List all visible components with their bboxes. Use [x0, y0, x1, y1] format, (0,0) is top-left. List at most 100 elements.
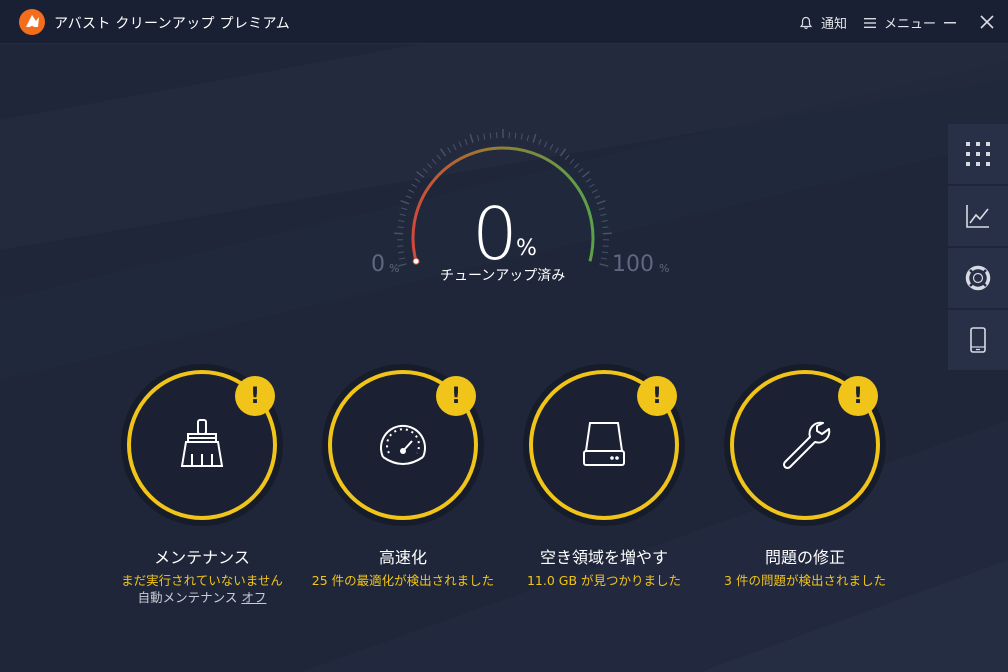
side-nav — [948, 124, 1008, 372]
gauge-tick — [599, 263, 609, 267]
chart-icon — [966, 205, 989, 228]
apps-grid-icon — [966, 142, 990, 166]
gauge-label: チューンアップ済み — [440, 268, 566, 284]
gauge-tick — [569, 158, 575, 165]
warning-badge: ! — [235, 376, 275, 416]
wrench-icon — [782, 421, 831, 470]
minimize-button[interactable] — [940, 12, 960, 32]
gauge-value: 0 — [472, 192, 518, 276]
free-space-card: ! 空き領域を増やす 11.0 GB が見つかりました — [503, 370, 705, 590]
gauge-tick — [422, 168, 428, 173]
gauge-tick — [398, 220, 405, 222]
speedup-card: ! 高速化 25 件の最適化が検出されました — [302, 370, 504, 590]
side-nav-support[interactable] — [948, 248, 1008, 308]
speedometer-icon — [380, 424, 426, 465]
maintenance-card: ! メンテナンス まだ実行されていないません 自動メンテナンス オフ — [101, 370, 303, 606]
notifications-button[interactable]: 通知 — [799, 13, 847, 32]
gauge-max-label: 100 — [612, 252, 654, 277]
fix-problems-card: ! 問題の修正 3 件の問題が検出されました — [704, 370, 906, 590]
speedup-button[interactable]: ! — [328, 370, 478, 520]
app-title: アバスト クリーンアップ プレミアム — [54, 16, 291, 32]
gauge-tick — [399, 213, 406, 216]
gauge-tick — [416, 171, 425, 178]
gauge-tick — [544, 141, 548, 148]
gauge-tick — [401, 207, 408, 211]
gauge-min-unit: % — [389, 262, 400, 275]
gauge-tick — [601, 251, 609, 254]
maintenance-button[interactable]: ! — [127, 370, 277, 520]
fix-problems-button[interactable]: ! — [730, 370, 880, 520]
bell-icon — [799, 16, 813, 29]
auto-maintenance-label: 自動メンテナンス — [137, 590, 242, 605]
gauge-tick — [397, 226, 404, 229]
gauge-tick — [578, 168, 584, 173]
gauge-tick — [431, 158, 437, 165]
card-title: 空き領域を増やす — [539, 548, 668, 567]
gauge-max-unit: % — [659, 262, 670, 275]
card-title: 問題の修正 — [764, 548, 845, 567]
gauge-tick — [483, 133, 486, 140]
free-space-button[interactable]: ! — [529, 370, 679, 520]
gauge-tick — [538, 138, 542, 145]
card-status: 3 件の問題が検出されました — [724, 573, 886, 588]
gauge-tick — [564, 154, 570, 161]
side-nav-mobile[interactable] — [948, 310, 1008, 370]
auto-maintenance-row: 自動メンテナンス オフ — [101, 590, 303, 606]
avast-logo-icon — [19, 9, 45, 35]
gauge-tick — [439, 148, 447, 157]
gauge-tick — [447, 147, 452, 153]
gauge-tick — [458, 141, 462, 148]
hamburger-icon — [864, 17, 876, 28]
gauge-tick — [596, 200, 606, 205]
gauge-tick — [400, 200, 410, 205]
gauge-tick — [476, 135, 480, 142]
gauge-tick — [469, 133, 474, 143]
gauge-tick — [554, 147, 559, 153]
gauge-tick — [591, 189, 598, 194]
auto-maintenance-toggle-link[interactable]: オフ — [241, 590, 266, 605]
menu-button[interactable]: メニュー — [864, 13, 936, 32]
gauge-tick — [549, 144, 554, 150]
menu-label: メニュー — [884, 17, 937, 32]
mobile-icon — [970, 327, 986, 353]
gauge-tick — [532, 133, 537, 143]
hard-drive-icon — [583, 422, 625, 466]
notifications-label: 通知 — [821, 17, 848, 32]
gauge-tick — [489, 132, 492, 139]
warning-badge: ! — [838, 376, 878, 416]
gauge-tick — [399, 257, 406, 260]
gauge-tick — [397, 251, 405, 254]
gauge-tick — [427, 163, 433, 169]
gauge-tick — [600, 213, 607, 216]
side-nav-chart[interactable] — [948, 186, 1008, 246]
gauge-tick — [452, 144, 457, 150]
gauge-min-label: 0 — [371, 252, 385, 277]
gauge-tick — [602, 226, 609, 229]
card-status: 11.0 GB が見つかりました — [526, 573, 682, 588]
gauge-unit: % — [516, 236, 537, 261]
lifebuoy-icon — [965, 265, 991, 291]
close-button[interactable] — [977, 12, 997, 32]
gauge-tick — [573, 163, 579, 169]
gauge-tick — [600, 257, 607, 260]
broom-icon — [180, 419, 224, 467]
gauge-tick — [464, 138, 468, 145]
gauge-tick — [414, 178, 421, 183]
gauge-tick — [408, 189, 415, 194]
gauge-tick — [520, 133, 523, 140]
gauge-tick — [436, 154, 442, 161]
gauge-tick — [594, 195, 601, 199]
gauge-tick — [526, 135, 530, 142]
gauge-tick — [411, 183, 418, 188]
card-title: メンテナンス — [154, 548, 250, 567]
gauge-tick — [559, 148, 567, 157]
warning-badge: ! — [637, 376, 677, 416]
card-status: 25 件の最適化が検出されました — [311, 573, 495, 588]
title-bar: アバスト クリーンアップ プレミアム 通知 メニュー — [0, 0, 1008, 44]
side-nav-apps[interactable] — [948, 124, 1008, 184]
card-status: まだ実行されていないません — [121, 573, 283, 588]
gauge-tick — [514, 132, 517, 139]
gauge-tick — [585, 178, 592, 183]
gauge-tick — [405, 195, 412, 199]
card-title: 高速化 — [378, 548, 427, 567]
